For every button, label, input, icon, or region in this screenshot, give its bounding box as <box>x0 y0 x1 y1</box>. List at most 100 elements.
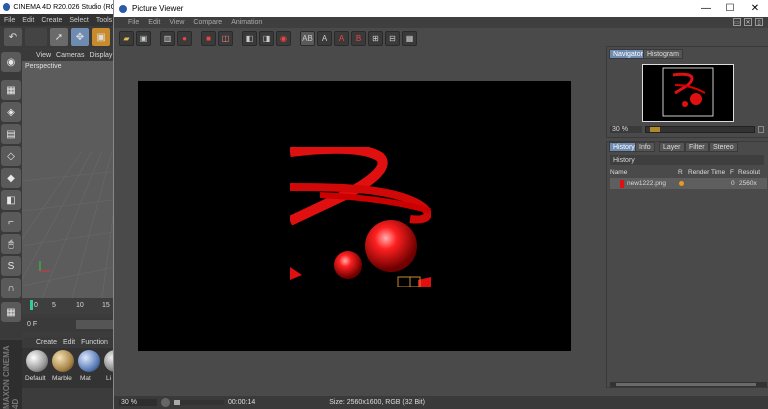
col-resolution[interactable]: Resolut <box>738 169 767 176</box>
tab-info[interactable]: Info <box>635 142 655 152</box>
texture-mode-icon[interactable]: ◈ <box>1 102 21 122</box>
material-menu-function[interactable]: Function <box>81 339 108 346</box>
c4d-menu-select[interactable]: Select <box>69 17 88 24</box>
scale-icon[interactable]: ▣ <box>92 28 110 46</box>
layout-split-icon[interactable]: ▯ <box>755 18 763 26</box>
move-icon[interactable]: ✥ <box>71 28 89 46</box>
pv-title-text: Picture Viewer <box>132 4 184 13</box>
pv-menu-view[interactable]: View <box>169 19 184 26</box>
c4d-menu-tools[interactable]: Tools <box>96 17 112 24</box>
text-ab-icon[interactable]: AB <box>300 30 315 46</box>
cursor-icon[interactable]: ➚ <box>50 28 68 46</box>
tweak-mode-icon[interactable]: 🖰 <box>1 234 21 254</box>
playhead[interactable] <box>30 300 33 310</box>
tab-navigator[interactable]: Navigator <box>609 49 647 59</box>
viewport-menu-view[interactable]: View <box>36 52 51 59</box>
frame-field[interactable]: 0 F <box>27 321 37 328</box>
text-a-red-icon[interactable]: A <box>334 30 349 46</box>
c4d-title-text: CINEMA 4D R20.026 Studio (RC - <box>13 3 120 11</box>
material-label: Mat <box>80 375 91 382</box>
col-name[interactable]: Name <box>610 169 678 176</box>
grid-icon[interactable]: ▦ <box>1 302 21 322</box>
pv-menu-compare[interactable]: Compare <box>193 19 222 26</box>
viewport-menu-cameras[interactable]: Cameras <box>56 52 84 59</box>
c4d-menu-file[interactable]: File <box>4 17 15 24</box>
col-r[interactable]: R <box>678 169 688 176</box>
ab-compare-icon[interactable]: ◧ <box>242 30 257 46</box>
tab-histogram[interactable]: Histogram <box>643 49 683 59</box>
tab-filter[interactable]: Filter <box>685 142 709 152</box>
tab-layer[interactable]: Layer <box>659 142 685 152</box>
timeline-progress[interactable] <box>174 400 224 405</box>
maximize-button[interactable]: ☐ <box>719 0 741 17</box>
nav-zoom-handle[interactable] <box>650 127 660 132</box>
compare-b-icon[interactable]: ◨ <box>259 30 274 46</box>
nav-zoom-slider[interactable] <box>645 126 755 133</box>
layout-single-icon[interactable]: ▭ <box>733 18 741 26</box>
viewport-grid <box>22 150 120 298</box>
save-icon[interactable]: ▣ <box>136 30 151 46</box>
navigator-zoom-row: 30 % <box>610 125 765 134</box>
history-scroll-thumb[interactable] <box>616 383 756 386</box>
pv-toolbar: ▰ ▣ ▥ ● ■ ◫ ◧ ◨ ◉ AB A A B ⊞ ⊟ ▦ <box>114 28 768 48</box>
material-manager-menu: Create Edit Function <box>22 337 120 348</box>
material-mat-swatch[interactable] <box>78 350 100 372</box>
render-canvas[interactable] <box>138 81 571 351</box>
edges-mode-icon[interactable]: ◆ <box>1 168 21 188</box>
timeline-ruler[interactable]: 0 5 10 15 <box>22 298 120 314</box>
snap-icon[interactable]: S <box>1 256 21 276</box>
material-menu-create[interactable]: Create <box>36 339 57 346</box>
open-icon[interactable]: ▰ <box>119 30 134 46</box>
polygons-mode-icon[interactable]: ◧ <box>1 190 21 210</box>
text-a-icon[interactable]: A <box>317 30 332 46</box>
c4d-title-bar: CINEMA 4D R20.026 Studio (RC - <box>0 0 120 14</box>
col-render-time[interactable]: Render Time <box>688 169 730 176</box>
history-scrollbar[interactable] <box>610 382 767 387</box>
pv-menu-animation[interactable]: Animation <box>231 19 262 26</box>
minimize-button[interactable]: — <box>695 0 717 17</box>
history-row[interactable]: new1222.png 0 2560x <box>610 178 767 189</box>
make-editable-icon[interactable]: ◉ <box>1 52 21 72</box>
navigator-thumbnail[interactable] <box>642 64 734 122</box>
magnet-icon[interactable]: ∩ <box>1 278 21 298</box>
text-b-red-icon[interactable]: B <box>351 30 366 46</box>
viewport-menu-display[interactable]: Display <box>89 52 112 59</box>
channel-alt-icon[interactable]: ⊟ <box>385 30 400 46</box>
points-mode-icon[interactable]: ◇ <box>1 146 21 166</box>
stop-render-icon[interactable]: ■ <box>201 30 216 46</box>
c4d-menu-edit[interactable]: Edit <box>22 17 34 24</box>
c4d-menu-create[interactable]: Create <box>41 17 62 24</box>
material-marble-swatch[interactable] <box>52 350 74 372</box>
history-panel: History Info Layer Filter Stereo History… <box>606 141 768 388</box>
timeline-progress-handle[interactable] <box>174 400 180 405</box>
pv-menu-edit[interactable]: Edit <box>148 19 160 26</box>
pv-app-icon <box>119 5 127 13</box>
close-button[interactable]: ✕ <box>744 0 766 17</box>
tab-stereo[interactable]: Stereo <box>709 142 738 152</box>
channel-icon[interactable]: ⊞ <box>368 30 383 46</box>
play-button-icon[interactable] <box>161 398 170 407</box>
nav-zoom-value[interactable]: 30 % <box>610 126 642 133</box>
material-menu-edit[interactable]: Edit <box>63 339 75 346</box>
layout-close-icon[interactable]: ✕ <box>744 18 752 26</box>
perspective-viewport[interactable]: Perspective <box>22 61 120 298</box>
redo-icon[interactable] <box>25 28 47 46</box>
clear-icon[interactable]: ● <box>177 30 192 46</box>
workplane-icon[interactable]: ▤ <box>1 124 21 144</box>
status-zoom[interactable]: 30 % <box>119 399 157 406</box>
status-bar: 30 % 00:00:14 Size: 2560x1600, RGB (32 B… <box>114 396 768 409</box>
c4d-left-toolbar: ◉ ▦ ◈ ▤ ◇ ◆ ◧ ⌐ 🖰 S ∩ ▦ <box>0 48 22 338</box>
compare-swap-icon[interactable]: ◉ <box>276 30 291 46</box>
col-f[interactable]: F <box>730 169 738 176</box>
rendered-image <box>290 147 431 287</box>
nav-zoom-reset-icon[interactable] <box>758 126 764 133</box>
history-column-headers: Name R Render Time F Resolut <box>610 167 767 177</box>
material-default-swatch[interactable] <box>26 350 48 372</box>
render-region-icon[interactable]: ◫ <box>218 30 233 46</box>
layout-icon[interactable]: ▦ <box>402 30 417 46</box>
axis-mode-icon[interactable]: ⌐ <box>1 212 21 232</box>
undo-icon[interactable]: ↶ <box>4 28 22 46</box>
model-mode-icon[interactable]: ▦ <box>1 80 21 100</box>
pv-menu-file[interactable]: File <box>128 19 139 26</box>
film-icon[interactable]: ▥ <box>160 30 175 46</box>
